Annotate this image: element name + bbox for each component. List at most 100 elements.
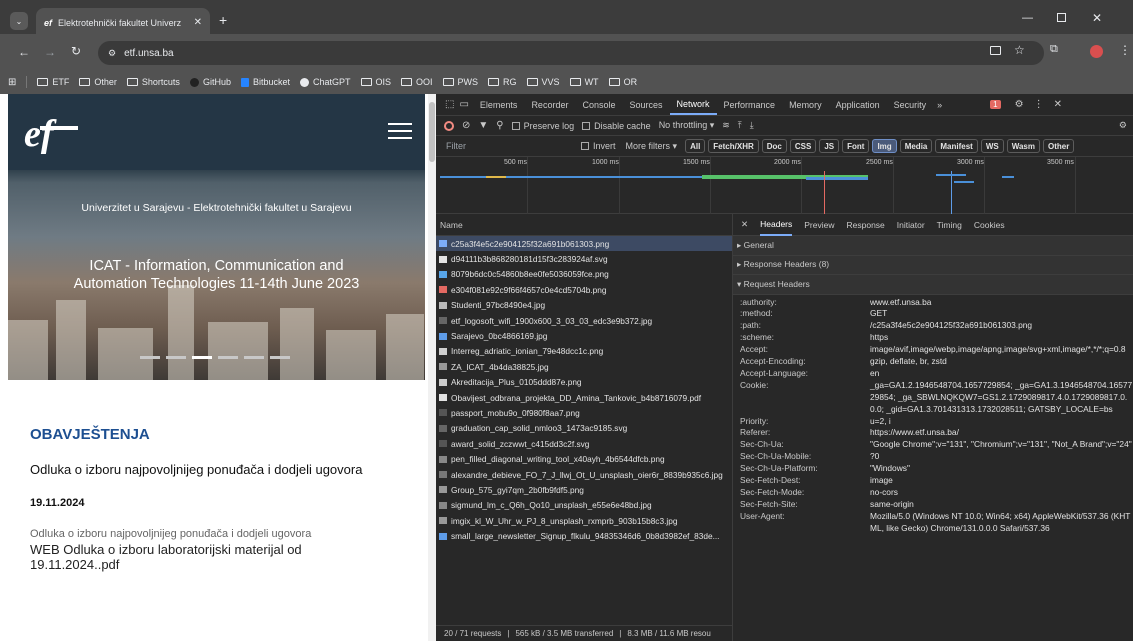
scrollbar-thumb[interactable]	[429, 102, 435, 162]
bookmark-github[interactable]: GitHub	[189, 77, 231, 87]
bookmark-other[interactable]: Other	[79, 77, 117, 87]
disable-cache-checkbox[interactable]: Disable cache	[582, 121, 651, 131]
request-row[interactable]: passport_mobu9o_0f980f8aa7.png	[436, 405, 732, 420]
bookmark-shortcuts[interactable]: Shortcuts	[126, 77, 180, 87]
network-overview-timeline[interactable]: 500 ms 1000 ms 1500 ms 2000 ms 2500 ms 3…	[436, 157, 1133, 214]
request-row[interactable]: Group_575_gyi7qm_2b0fb9fdf5.png	[436, 482, 732, 497]
profile-avatar[interactable]	[1090, 45, 1103, 58]
back-icon[interactable]: ←	[18, 45, 30, 59]
header-value[interactable]: same-origin	[870, 499, 1133, 511]
request-row[interactable]: ZA_ICAT_4b4da38825.jpg	[436, 359, 732, 374]
etf-logo[interactable]: ef	[22, 112, 80, 155]
news-title[interactable]: Odluka o izboru najpovoljnijeg ponuđača …	[30, 462, 362, 477]
bookmark-star-icon[interactable]: ☆	[1014, 43, 1025, 57]
header-value[interactable]: u=2, i	[870, 416, 1133, 428]
request-row[interactable]: imgix_kl_W_Uhr_w_PJ_8_unsplash_rxmprb_90…	[436, 513, 732, 528]
bookmark-or[interactable]: OR	[608, 77, 637, 87]
close-tab-icon[interactable]: ✕	[194, 17, 202, 28]
close-devtools-icon[interactable]: ✕	[1054, 99, 1062, 110]
site-info-icon[interactable]: ⚙	[108, 48, 116, 59]
header-value[interactable]: gzip, deflate, br, zstd	[870, 356, 1133, 368]
filter-img[interactable]: Img	[872, 139, 897, 153]
tab-memory[interactable]: Memory	[782, 94, 829, 115]
restore-window-icon[interactable]	[1057, 13, 1066, 22]
request-row[interactable]: Obavijest_odbrana_projekta_DD_Amina_Tank…	[436, 390, 732, 405]
bookmark-chatgpt[interactable]: ChatGPT	[299, 77, 351, 87]
tab-cookies[interactable]: Cookies	[974, 220, 1005, 230]
bookmark-etf[interactable]: ETF	[37, 77, 69, 87]
bookmark-ois[interactable]: OIS	[360, 77, 391, 87]
bookmark-vvs[interactable]: VVS	[526, 77, 560, 87]
tab-preview[interactable]: Preview	[804, 220, 834, 230]
filter-fetch-xhr[interactable]: Fetch/XHR	[708, 139, 759, 153]
section-request-headers[interactable]: ▾ Request Headers	[733, 275, 1133, 295]
record-icon[interactable]	[444, 120, 454, 131]
new-tab-button[interactable]: +	[219, 12, 227, 28]
filter-input[interactable]: Filter	[446, 141, 581, 151]
tab-initiator[interactable]: Initiator	[897, 220, 925, 230]
header-value[interactable]: https	[870, 332, 1133, 344]
request-row[interactable]: small_large_newsletter_Signup_flkulu_948…	[436, 528, 732, 543]
device-toolbar-icon[interactable]: ▭	[459, 99, 468, 110]
request-row[interactable]: graduation_cap_solid_nmloo3_1473ac9185.s…	[436, 421, 732, 436]
minimize-window-icon[interactable]: —	[1022, 12, 1033, 24]
header-value[interactable]: /c25a3f4e5c2e904125f32a691b061303.png	[870, 320, 1133, 332]
slider-dot[interactable]	[244, 356, 264, 359]
tab-sources[interactable]: Sources	[622, 94, 669, 115]
network-conditions-icon[interactable]: ≋	[722, 120, 730, 131]
request-row[interactable]: pen_filled_diagonal_writing_tool_x40ayh_…	[436, 451, 732, 466]
address-bar[interactable]: ⚙ etf.unsa.ba	[98, 41, 1044, 65]
forward-icon[interactable]: →	[44, 45, 56, 59]
header-value[interactable]: en	[870, 368, 1133, 380]
preserve-log-checkbox[interactable]: Preserve log	[511, 121, 574, 131]
invert-checkbox[interactable]: Invert	[581, 141, 616, 151]
tab-console[interactable]: Console	[575, 94, 622, 115]
filter-ws[interactable]: WS	[980, 139, 1004, 153]
tab-elements[interactable]: Elements	[473, 94, 525, 115]
filter-manifest[interactable]: Manifest	[935, 139, 978, 153]
bookmark-wt[interactable]: WT	[569, 77, 599, 87]
section-response-headers[interactable]: ▸ Response Headers (8)	[733, 255, 1133, 275]
filter-js[interactable]: JS	[819, 139, 840, 153]
tab-recorder[interactable]: Recorder	[524, 94, 575, 115]
request-row[interactable]: etf_logosoft_wifi_1900x600_3_03_03_edc3e…	[436, 313, 732, 328]
hero-slider[interactable]: ef Univerzitet u Sarajevu - Elektrotehni…	[8, 94, 425, 380]
bookmark-bitbucket[interactable]: Bitbucket	[240, 77, 290, 87]
request-row[interactable]: e304f081e92c9f66f4657c0e4cd5704b.png	[436, 282, 732, 297]
request-row[interactable]: Sarajevo_0bc4866169.jpg	[436, 328, 732, 343]
tab-headers[interactable]: Headers	[760, 214, 793, 236]
filter-font[interactable]: Font	[842, 139, 870, 153]
filter-wasm[interactable]: Wasm	[1006, 139, 1040, 153]
filter-all[interactable]: All	[685, 139, 706, 153]
browser-menu-icon[interactable]: ⋮	[1119, 43, 1131, 57]
section-general[interactable]: ▸ General	[733, 236, 1133, 256]
tab-timing[interactable]: Timing	[937, 220, 962, 230]
apps-grid-icon[interactable]: ⊞	[8, 77, 16, 88]
tab-search-button[interactable]: ⌄	[10, 12, 28, 30]
request-row[interactable]: sigmund_lm_c_Q6h_Qo10_unsplash_e55e6e48b…	[436, 498, 732, 513]
error-badge[interactable]: 1	[990, 100, 1001, 109]
filter-doc[interactable]: Doc	[761, 139, 787, 153]
name-column-header[interactable]: Name	[436, 214, 732, 236]
extensions-icon[interactable]: ⧉	[1050, 43, 1058, 56]
slider-dot[interactable]	[270, 356, 290, 359]
tab-response[interactable]: Response	[847, 220, 885, 230]
header-value[interactable]: "Windows"	[870, 463, 1133, 475]
tab-security[interactable]: Security	[887, 94, 934, 115]
request-row[interactable]: Studenti_97bc8490e4.jpg	[436, 298, 732, 313]
header-value[interactable]: image	[870, 475, 1133, 487]
hamburger-menu-icon[interactable]	[388, 123, 412, 139]
filter-css[interactable]: CSS	[789, 139, 817, 153]
slider-dot[interactable]	[166, 356, 186, 359]
website-scrollbar[interactable]	[428, 94, 436, 641]
cast-icon[interactable]	[990, 46, 1001, 55]
header-value[interactable]: Mozilla/5.0 (Windows NT 10.0; Win64; x64…	[870, 511, 1133, 535]
header-value[interactable]: no-cors	[870, 487, 1133, 499]
search-icon[interactable]: ⚲	[496, 120, 503, 131]
header-value[interactable]: www.etf.unsa.ba	[870, 297, 1133, 309]
inspect-element-icon[interactable]: ⬚	[445, 99, 454, 110]
tab-network[interactable]: Network	[669, 94, 717, 115]
close-window-icon[interactable]: ✕	[1092, 11, 1102, 25]
header-value[interactable]: GET	[870, 308, 1133, 320]
request-row[interactable]: award_solid_zczwwt_c415dd3c2f.svg	[436, 436, 732, 451]
